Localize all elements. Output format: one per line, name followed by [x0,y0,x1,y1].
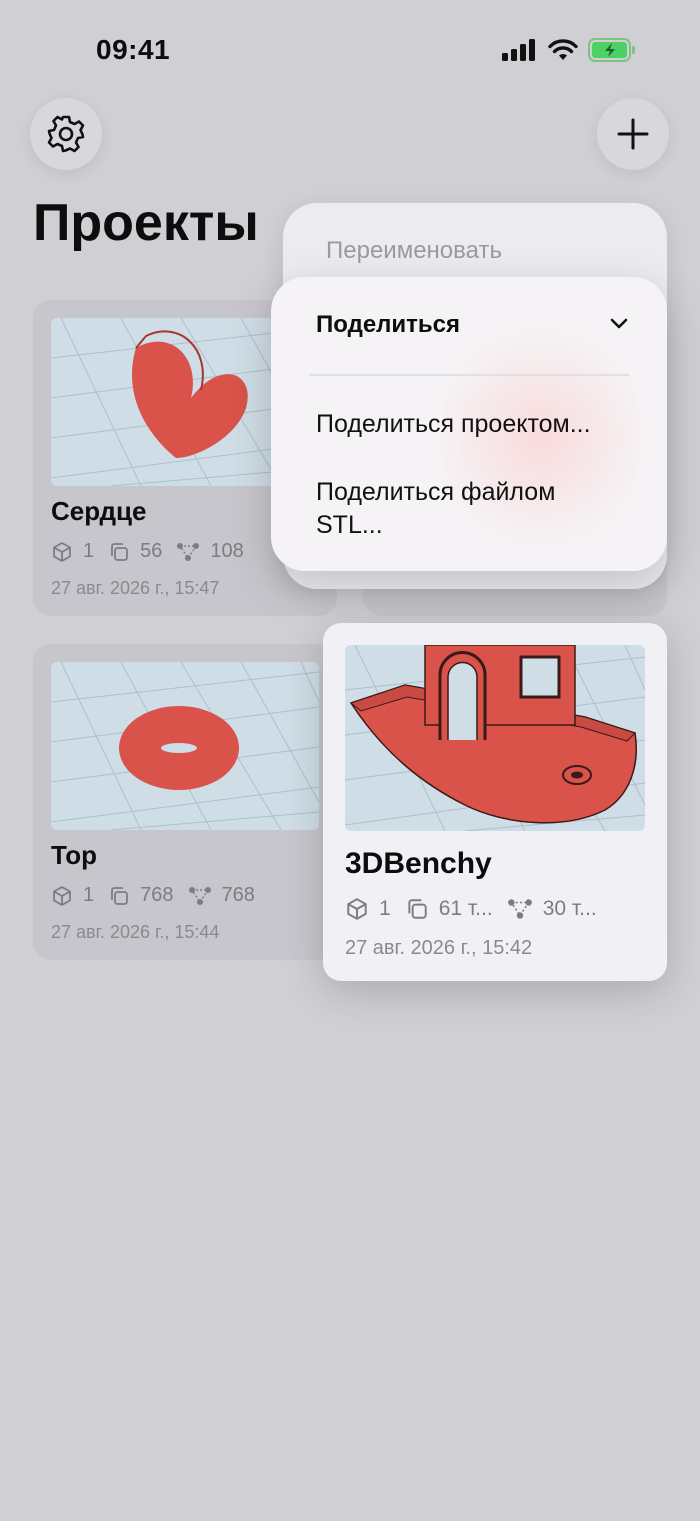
project-card-torus[interactable]: Тор 1 768 768 27 авг. 2026 г., 15:44 [33,644,337,960]
project-date: 27 авг. 2026 г., 15:47 [51,578,220,598]
status-time: 09:41 [96,34,171,65]
vertices-icon [188,886,211,905]
signal-icon [502,39,535,61]
copy-icon [111,886,129,905]
menu-item-rename[interactable]: Переименовать [326,237,502,265]
object-count: 1 [379,897,391,920]
share-submenu: Поделиться Поделиться проектом... Подели… [271,277,667,571]
menu-item-share-stl[interactable]: Поделиться файлом STL... [316,476,596,542]
copy-icon [111,542,129,561]
vertices-icon [507,899,532,919]
vertices-icon [177,542,200,561]
add-project-button[interactable] [597,98,669,170]
triangle-count: 768 [140,884,174,906]
vertex-count: 30 т... [542,897,597,920]
project-date: 27 авг. 2026 г., 15:44 [51,922,220,942]
page-title: Проекты [33,194,259,252]
plus-icon [617,118,649,150]
chevron-down-icon[interactable] [609,317,629,331]
copy-icon [408,899,427,919]
project-thumbnail [51,662,319,830]
triangle-count: 61 т... [438,897,493,920]
project-date: 27 авг. 2026 г., 15:42 [345,937,533,959]
cube-icon [53,885,71,906]
vertex-count: 108 [210,540,244,562]
project-card-benchy[interactable]: 3DBenchy 1 61 т... 30 т... 27 авг. 2026 … [323,623,667,981]
gear-icon [47,115,85,153]
project-name: 3DBenchy [345,847,492,880]
cube-icon [347,898,367,920]
object-count: 1 [83,540,95,562]
settings-button[interactable] [30,98,102,170]
menu-divider [309,374,629,376]
cube-icon [53,541,71,562]
wifi-icon [548,39,578,60]
battery-icon [588,38,635,62]
project-thumbnail [345,645,645,831]
menu-item-share-project[interactable]: Поделиться проектом... [316,408,636,441]
submenu-header-share[interactable]: Поделиться [316,311,460,339]
vertex-count: 768 [221,884,255,906]
status-icons [502,38,636,62]
object-count: 1 [83,884,95,906]
project-name: Сердце [51,496,147,526]
project-name: Тор [51,840,98,870]
triangle-count: 56 [140,540,163,562]
